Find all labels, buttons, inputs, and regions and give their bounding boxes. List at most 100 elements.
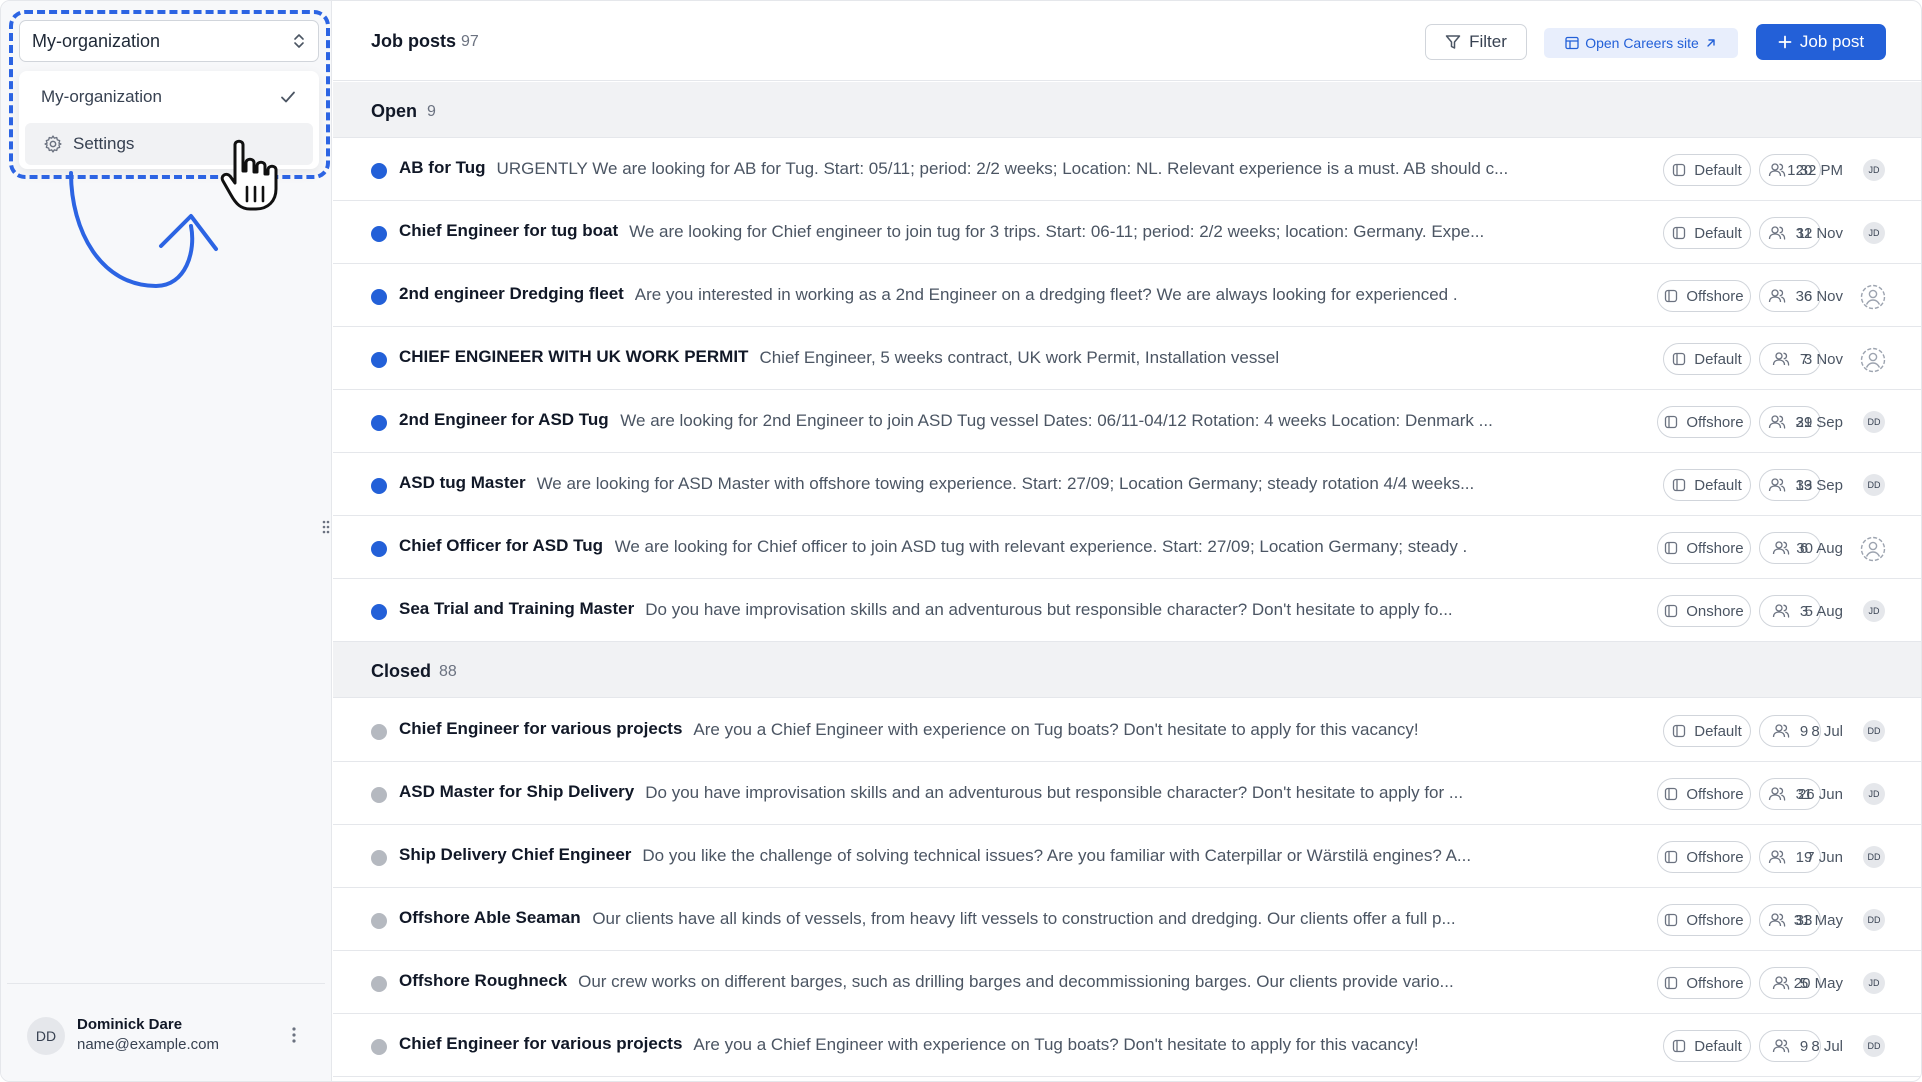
channel-icon — [1673, 478, 1686, 492]
resize-handle[interactable] — [321, 519, 331, 535]
page-title: Job posts — [371, 31, 457, 51]
add-job-post-button[interactable]: Job post — [1756, 24, 1886, 60]
job-row[interactable]: Sea Trial and Training Master Do you have… — [333, 579, 1921, 642]
channel-tag[interactable]: Offshore — [1657, 904, 1751, 936]
main-content: Job posts 97 Filter Open Careers site Jo… — [333, 1, 1921, 1081]
more-options-button[interactable] — [289, 1024, 299, 1046]
owner-avatar: DD — [1863, 1035, 1885, 1057]
owner-avatar: DD — [1863, 474, 1885, 496]
curved-arrow-icon — [69, 171, 218, 289]
channel-tag[interactable]: Default — [1663, 154, 1751, 186]
job-row[interactable]: Chief Officer for ASD Tug We are looking … — [333, 516, 1921, 579]
channel-tag[interactable]: Default — [1663, 469, 1751, 501]
job-date: 8 Jul — [1811, 1038, 1843, 1055]
job-row[interactable]: AB for Tug URGENTLY We are looking for AB… — [333, 138, 1921, 201]
status-dot — [371, 226, 387, 242]
user-name: Dominick Dare — [77, 1016, 183, 1033]
job-description: Our crew works on different barges, such… — [578, 972, 1454, 991]
job-description: We are looking for Chief officer to join… — [614, 537, 1468, 556]
job-title[interactable]: ASD tug Master — [399, 473, 526, 493]
channel-icon — [1665, 787, 1678, 801]
job-row[interactable]: Chief Engineer for various projects Are y… — [333, 1014, 1921, 1077]
job-description: We are looking for Chief engineer to joi… — [629, 222, 1485, 241]
job-title[interactable]: Offshore Roughneck — [399, 971, 567, 991]
job-title[interactable]: Chief Engineer for various projects — [399, 1034, 682, 1054]
job-title[interactable]: Chief Officer for ASD Tug — [399, 536, 603, 556]
open-careers-site-button[interactable]: Open Careers site — [1544, 28, 1738, 58]
job-description: Chief Engineer, 5 weeks contract, UK wor… — [759, 348, 1280, 367]
job-description: Are you interested in working as a 2nd E… — [634, 285, 1458, 304]
channel-icon — [1673, 226, 1686, 240]
channel-tag[interactable]: Offshore — [1657, 532, 1751, 564]
job-title[interactable]: 2nd engineer Dredging fleet — [399, 284, 624, 304]
job-date: 30 Aug — [1796, 540, 1843, 557]
owner-avatar: DD — [1863, 720, 1885, 742]
menu-item-organization[interactable]: My-organization — [25, 76, 313, 118]
status-dot — [371, 541, 387, 557]
user-circle-icon — [1860, 284, 1886, 310]
job-row[interactable]: ASD Master for Ship Delivery Do you have … — [333, 762, 1921, 825]
unassigned-owner-icon — [1859, 283, 1887, 311]
job-date: 3 Nov — [1803, 351, 1843, 368]
channel-tag-label: Default — [1694, 350, 1742, 368]
status-dot — [371, 724, 387, 740]
kebab-icon — [292, 1027, 296, 1043]
channel-tag[interactable]: Offshore — [1657, 280, 1751, 312]
job-row[interactable]: Chief Engineer for various projects Are y… — [333, 699, 1921, 762]
status-dot — [371, 1039, 387, 1055]
user-profile: DD Dominick Dare name@example.com — [7, 983, 325, 1081]
job-title[interactable]: 2nd Engineer for ASD Tug — [399, 410, 609, 430]
channel-tag-label: Offshore — [1686, 848, 1744, 866]
job-date: 5 Aug — [1804, 603, 1843, 620]
section-open: Open 9 — [333, 82, 1921, 138]
layout-icon — [1565, 36, 1579, 50]
channel-tag[interactable]: Default — [1663, 1030, 1751, 1062]
check-icon — [281, 91, 295, 103]
job-row[interactable]: 2nd engineer Dredging fleet Are you inter… — [333, 264, 1921, 327]
channel-tag[interactable]: Offshore — [1657, 406, 1751, 438]
channel-tag[interactable]: Default — [1663, 217, 1751, 249]
channel-tag[interactable]: Default — [1663, 343, 1751, 375]
channel-tag[interactable]: Default — [1663, 715, 1751, 747]
channel-tag-label: Offshore — [1686, 785, 1744, 803]
job-row[interactable]: Chief Engineer for tug boat We are lookin… — [333, 201, 1921, 264]
unassigned-owner-icon — [1859, 535, 1887, 563]
job-row[interactable]: Offshore Able Seaman Our clients have all… — [333, 888, 1921, 951]
job-description: Are you a Chief Engineer with experience… — [693, 1035, 1419, 1054]
job-row[interactable]: 2nd Engineer for ASD Tug We are looking f… — [333, 390, 1921, 453]
job-row[interactable]: Ship Delivery Chief Engineer Do you like … — [333, 825, 1921, 888]
job-title[interactable]: Ship Delivery Chief Engineer — [399, 845, 631, 865]
job-row[interactable]: CHIEF ENGINEER WITH UK WORK PERMIT Chief … — [333, 327, 1921, 390]
job-row[interactable]: Offshore Roughneck Our crew works on diff… — [333, 951, 1921, 1014]
user-avatar: DD — [27, 1017, 65, 1055]
filter-button[interactable]: Filter — [1425, 24, 1527, 60]
unassigned-owner-icon — [1859, 346, 1887, 374]
job-date: 31 Sep — [1795, 414, 1843, 431]
channel-icon — [1673, 1039, 1686, 1053]
user-email: name@example.com — [77, 1036, 219, 1053]
job-row[interactable]: ASD tug Master We are looking for ASD Mas… — [333, 453, 1921, 516]
organization-select[interactable]: My-organization — [19, 20, 319, 62]
job-date: 26 Jun — [1797, 786, 1843, 803]
job-date: 11 Nov — [1796, 225, 1843, 242]
channel-icon — [1665, 850, 1678, 864]
job-date: 1:32 PM — [1787, 162, 1843, 179]
job-title[interactable]: CHIEF ENGINEER WITH UK WORK PERMIT — [399, 347, 748, 367]
job-title[interactable]: Chief Engineer for various projects — [399, 719, 682, 739]
channel-icon — [1665, 415, 1678, 429]
job-title[interactable]: ASD Master for Ship Delivery — [399, 782, 634, 802]
channel-tag-label: Offshore — [1686, 413, 1744, 431]
channel-tag[interactable]: Offshore — [1657, 841, 1751, 873]
user-circle-icon — [1860, 347, 1886, 373]
job-title[interactable]: AB for Tug — [399, 158, 486, 178]
job-date: 31 May — [1793, 912, 1843, 929]
job-title[interactable]: Chief Engineer for tug boat — [399, 221, 618, 241]
status-dot — [371, 976, 387, 992]
filter-button-label: Filter — [1469, 32, 1507, 51]
owner-avatar: JD — [1863, 972, 1885, 994]
channel-tag[interactable]: Offshore — [1657, 778, 1751, 810]
channel-tag[interactable]: Onshore — [1657, 595, 1751, 627]
job-title[interactable]: Sea Trial and Training Master — [399, 599, 634, 619]
job-title[interactable]: Offshore Able Seaman — [399, 908, 581, 928]
channel-tag[interactable]: Offshore — [1657, 967, 1751, 999]
